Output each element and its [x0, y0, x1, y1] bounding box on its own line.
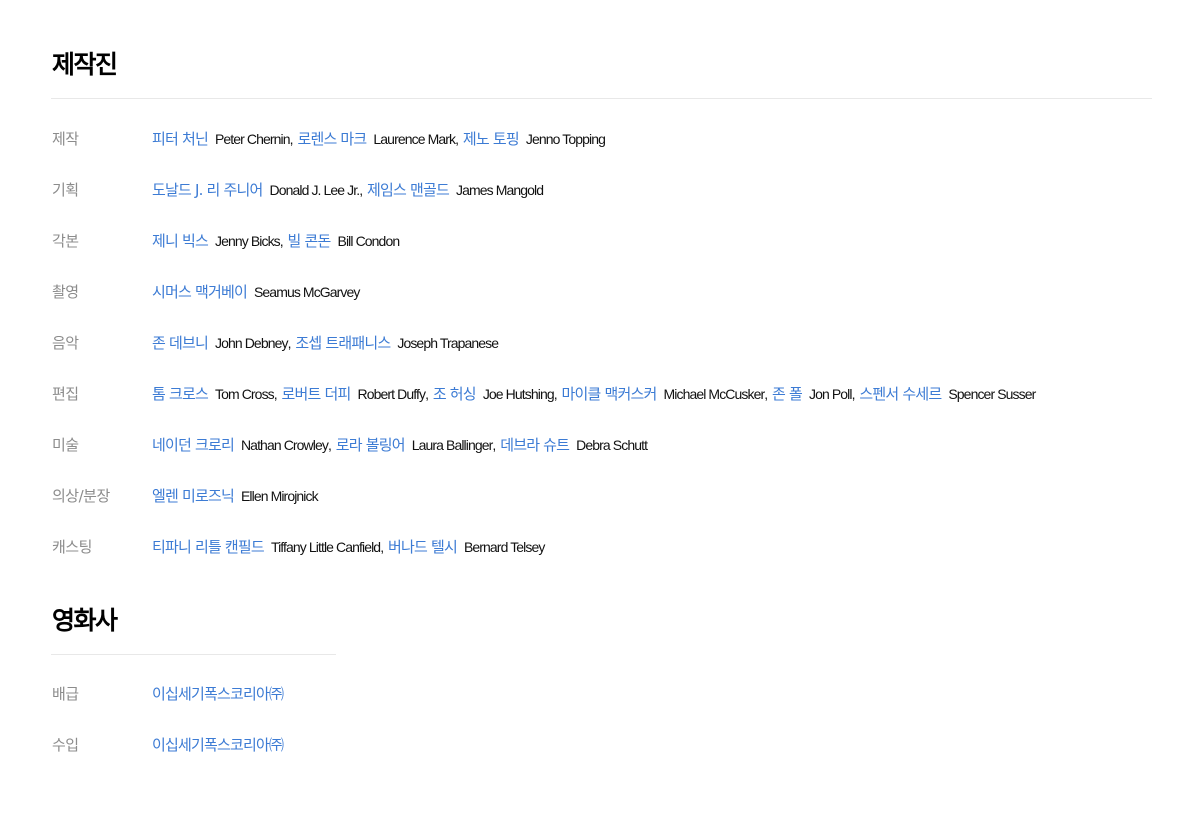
- credit-people: 톰 크로스 Tom Cross, 로버트 더피 Robert Duffy, 조 허싱…: [152, 382, 1036, 406]
- person-english-name: Donald J. Lee Jr.: [269, 182, 361, 198]
- studio-company: 이십세기폭스코리아㈜: [152, 682, 284, 706]
- credit-people: 네이던 크로리 Nathan Crowley, 로라 볼링어 Laura Balli…: [152, 433, 648, 457]
- person-english-name: Bernard Telsey: [463, 539, 545, 555]
- person-link[interactable]: 네이던 크로리: [152, 436, 235, 454]
- credit-role-label: 제작: [52, 130, 79, 148]
- person-link[interactable]: 스펜서 수세르: [859, 385, 942, 403]
- credit-people: 존 데브니 John Debney, 조셉 트래패니스 Joseph Trapane…: [152, 331, 499, 355]
- person-link[interactable]: 엘렌 미로즈닉: [152, 487, 235, 505]
- person-english-name: Laura Ballinger: [411, 437, 494, 453]
- studio-role-label: 배급: [52, 685, 79, 703]
- person-english-name: James Mangold: [456, 182, 544, 198]
- person-english-name: Peter Chernin: [214, 131, 291, 147]
- person-link[interactable]: 제노 토핑: [463, 130, 520, 148]
- person-english-name: Laurence Mark: [373, 131, 456, 147]
- person-english-name: Michael McCusker: [663, 386, 766, 402]
- person-link[interactable]: 조셉 트래패니스: [295, 334, 391, 352]
- credit-people: 티파니 리틀 캔필드 Tiffany Little Canfield, 버나드 텔…: [152, 535, 545, 559]
- name-separator: ,: [425, 386, 433, 402]
- person-link[interactable]: 조 허싱: [433, 385, 477, 403]
- person-english-name: Tiffany Little Canfield: [270, 539, 381, 555]
- name-separator: ,: [764, 386, 773, 402]
- person-link[interactable]: 티파니 리틀 캔필드: [152, 538, 265, 556]
- credit-role-label: 기획: [52, 181, 79, 199]
- person-link[interactable]: 버나드 텔시: [388, 538, 458, 556]
- name-separator: ,: [359, 182, 368, 198]
- credit-role-label: 미술: [52, 436, 79, 454]
- person-link[interactable]: 마이클 맥커스커: [562, 385, 658, 403]
- person-link[interactable]: 피터 처닌: [152, 130, 209, 148]
- credit-people: 제니 빅스 Jenny Bicks, 빌 콘돈 Bill Condon: [152, 229, 401, 253]
- name-separator: ,: [279, 233, 288, 249]
- credit-role-label: 의상/분장: [52, 487, 110, 505]
- person-english-name: Robert Duffy: [357, 386, 426, 402]
- crew-section-title: 제작진: [52, 50, 118, 79]
- person-link[interactable]: 빌 콘돈: [288, 232, 332, 250]
- credit-people: 엘렌 미로즈닉 Ellen Mirojnick: [152, 484, 319, 508]
- studio-section-title: 영화사: [52, 606, 118, 635]
- person-link[interactable]: 로버트 더피: [282, 385, 352, 403]
- person-link[interactable]: 존 데브니: [152, 334, 209, 352]
- person-english-name: Jon Poll: [809, 386, 853, 402]
- studio-section-divider: [51, 654, 336, 655]
- credit-people: 시머스 맥거베이 Seamus McGarvey: [152, 280, 360, 304]
- person-link[interactable]: 로렌스 마크: [297, 130, 367, 148]
- person-english-name: Seamus McGarvey: [253, 284, 360, 300]
- company-link[interactable]: 이십세기폭스코리아㈜: [152, 736, 284, 754]
- person-english-name: Nathan Crowley: [240, 437, 329, 453]
- name-separator: ,: [273, 386, 282, 402]
- name-separator: ,: [380, 539, 388, 555]
- credit-role-label: 캐스팅: [52, 538, 92, 556]
- person-link[interactable]: 제니 빅스: [152, 232, 209, 250]
- person-english-name: Joseph Trapanese: [397, 335, 499, 351]
- person-english-name: Debra Schutt: [576, 437, 648, 453]
- name-separator: ,: [327, 437, 336, 453]
- person-link[interactable]: 데브라 슈트: [500, 436, 570, 454]
- credit-role-label: 각본: [52, 232, 79, 250]
- person-english-name: Jenny Bicks: [214, 233, 281, 249]
- person-link[interactable]: 톰 크로스: [152, 385, 209, 403]
- studio-company: 이십세기폭스코리아㈜: [152, 733, 284, 757]
- person-english-name: Ellen Mirojnick: [240, 488, 319, 504]
- name-separator: ,: [553, 386, 562, 402]
- person-link[interactable]: 도날드 J. 리 주니어: [152, 181, 263, 199]
- credit-people: 도날드 J. 리 주니어 Donald J. Lee Jr., 제임스 맨골드 Ja…: [152, 178, 544, 202]
- name-separator: ,: [455, 131, 463, 147]
- person-english-name: Joe Hutshing: [482, 386, 555, 402]
- credit-role-label: 음악: [52, 334, 79, 352]
- company-link[interactable]: 이십세기폭스코리아㈜: [152, 685, 284, 703]
- person-english-name: Bill Condon: [337, 233, 401, 249]
- credit-role-label: 촬영: [52, 283, 79, 301]
- person-link[interactable]: 존 폴: [772, 385, 803, 403]
- crew-section-divider: [51, 98, 1152, 99]
- credit-people: 피터 처닌 Peter Chernin, 로렌스 마크 Laurence Mark,…: [152, 127, 606, 151]
- person-english-name: Jenno Topping: [525, 131, 606, 147]
- person-link[interactable]: 로라 볼링어: [336, 436, 406, 454]
- studio-role-label: 수입: [52, 736, 79, 754]
- person-link[interactable]: 시머스 맥거베이: [152, 283, 248, 301]
- credit-role-label: 편집: [52, 385, 79, 403]
- person-english-name: Spencer Susser: [948, 386, 1036, 402]
- person-english-name: Tom Cross: [214, 386, 275, 402]
- person-english-name: John Debney: [214, 335, 289, 351]
- person-link[interactable]: 제임스 맨골드: [367, 181, 450, 199]
